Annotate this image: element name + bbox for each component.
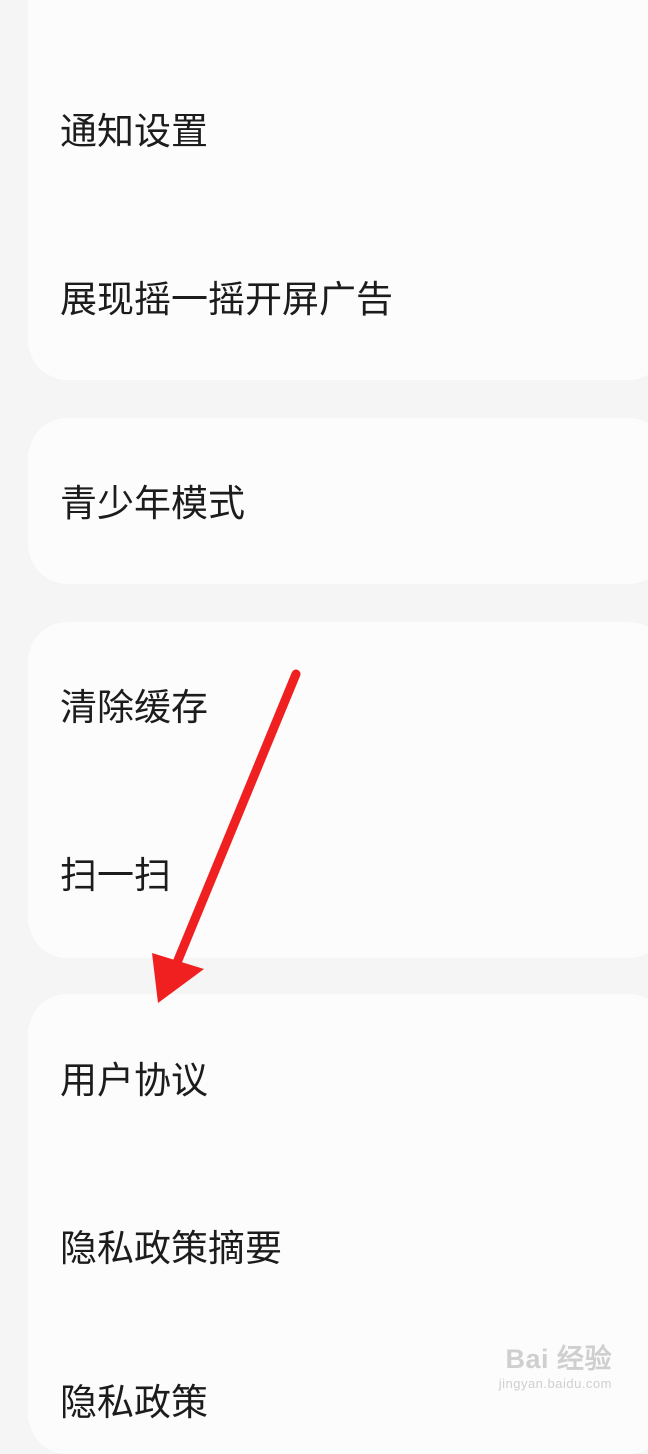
youth-mode-item[interactable]: 青少年模式: [60, 485, 245, 522]
settings-group-notifications: 通知设置 展现摇一摇开屏广告: [28, 0, 648, 380]
settings-group-youth: 青少年模式: [28, 418, 648, 584]
watermark-brand: Bai 经验: [505, 1344, 612, 1374]
user-agreement-item[interactable]: 用户协议: [60, 1062, 208, 1099]
watermark-url: jingyan.baidu.com: [498, 1376, 612, 1391]
clear-cache-item[interactable]: 清除缓存: [60, 689, 208, 726]
privacy-policy-item[interactable]: 隐私政策: [60, 1384, 208, 1421]
shake-splash-ad-item[interactable]: 展现摇一摇开屏广告: [60, 281, 393, 318]
settings-group-tools: 清除缓存 扫一扫: [28, 622, 648, 958]
baidu-jingyan-watermark: Bai 经验 jingyan.baidu.com: [498, 1344, 612, 1391]
privacy-policy-summary-item[interactable]: 隐私政策摘要: [60, 1230, 282, 1267]
notification-settings-item[interactable]: 通知设置: [60, 113, 208, 150]
scan-item[interactable]: 扫一扫: [60, 857, 171, 894]
